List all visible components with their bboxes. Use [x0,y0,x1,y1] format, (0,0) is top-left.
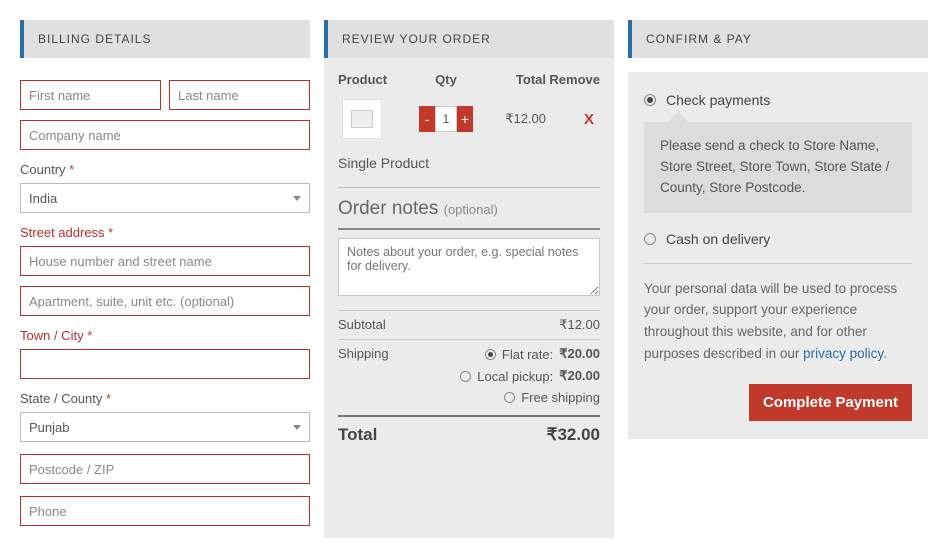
th-product: Product [338,72,416,87]
divider [338,228,600,230]
shipping-option-flat[interactable]: Flat rate: ₹20.00 [485,346,600,362]
image-icon [351,110,373,128]
product-name: Single Product [338,149,600,183]
radio-icon [504,392,515,403]
order-notes-title: Order notes (optional) [338,198,600,224]
country-select[interactable]: India [20,183,310,213]
country-value: India [29,191,57,206]
postcode-input[interactable] [20,454,310,484]
state-select[interactable]: Punjab [20,412,310,442]
confirm-column: CONFIRM & PAY Check payments Please send… [628,20,928,538]
th-remove: Remove [546,72,600,87]
country-label: Country * [20,162,310,177]
shipping-option-free[interactable]: Free shipping [504,390,600,405]
order-notes-input[interactable] [338,238,600,296]
qty-plus-button[interactable]: + [457,106,473,132]
th-qty: Qty [416,72,476,87]
qty-value[interactable]: 1 [435,106,457,132]
street-label: Street address * [20,225,310,240]
review-table-head: Product Qty Total Remove [338,68,600,95]
total-row: Total ₹32.00 [338,415,600,445]
privacy-policy-link[interactable]: privacy policy [803,346,883,361]
checkout-page: BILLING DETAILS Country * India Street a… [20,20,942,538]
radio-icon [644,233,656,245]
radio-icon [460,371,471,382]
city-label: Town / City * [20,328,310,343]
qty-stepper: - 1 + [419,106,473,132]
chevron-down-icon [293,425,301,430]
totals-block: Subtotal ₹12.00 Shipping Flat rate: ₹20.… [338,310,600,445]
billing-header: BILLING DETAILS [20,20,310,58]
divider [644,263,912,264]
radio-icon [644,94,656,106]
shipping-option-local[interactable]: Local pickup: ₹20.00 [460,368,600,384]
radio-icon [485,349,496,360]
confirm-header: CONFIRM & PAY [628,20,928,58]
payment-option-cod[interactable]: Cash on delivery [644,225,912,253]
product-row: - 1 + ₹12.00 X [338,95,600,149]
divider [338,187,600,188]
payment-option-check[interactable]: Check payments [644,86,912,114]
street1-input[interactable] [20,246,310,276]
review-header: REVIEW YOUR ORDER [324,20,614,58]
qty-minus-button[interactable]: - [419,106,435,132]
line-total: ₹12.00 [476,111,546,127]
payment-box: Check payments Please send a check to St… [628,72,928,439]
product-image-placeholder [342,99,382,139]
state-value: Punjab [29,420,69,435]
complete-payment-button[interactable]: Complete Payment [749,384,912,421]
subtotal-row: Subtotal ₹12.00 [338,310,600,339]
th-total: Total [476,72,546,87]
company-input[interactable] [20,120,310,150]
shipping-row: Shipping Flat rate: ₹20.00 Local pickup:… [338,339,600,411]
phone-input[interactable] [20,496,310,526]
payment-desc: Please send a check to Store Name, Store… [644,122,912,213]
review-column: REVIEW YOUR ORDER Product Qty Total Remo… [324,20,614,538]
billing-column: BILLING DETAILS Country * India Street a… [20,20,310,538]
state-label: State / County * [20,391,310,406]
street2-input[interactable] [20,286,310,316]
privacy-text: Your personal data will be used to proce… [644,278,912,364]
city-input[interactable] [20,349,310,379]
chevron-down-icon [293,196,301,201]
remove-button[interactable]: X [546,111,600,128]
last-name-input[interactable] [169,80,310,110]
first-name-input[interactable] [20,80,161,110]
